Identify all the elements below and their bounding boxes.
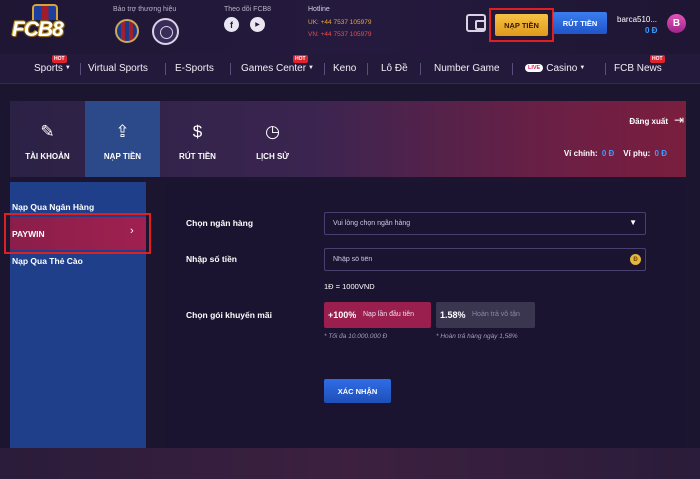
wallet-summary: Ví chính: 0 Đ Ví phụ: 0 Đ [564,149,667,158]
main-nav: HOT Sports ▼ Virtual Sports E-Sports HOT … [0,54,700,84]
nav-label: Keno [333,63,357,74]
nav-label: E-Sports [175,63,214,74]
account-panel: ✎ TÀI KHOẢN ⇪ NẠP TIỀN $ RÚT TIỀN ◷ LỊCH… [10,101,686,177]
nav-label: Lô Đề [381,63,408,74]
nav-label: Games Center [241,63,307,74]
amount-label: Nhập số tiền [186,254,238,264]
bank-label: Chọn ngân hàng [186,218,254,228]
tab-history[interactable]: ◷ LỊCH SỬ [235,101,310,177]
youtube-icon[interactable]: ▶ [250,17,265,32]
partner-crest-icon [152,18,179,45]
logout-link[interactable]: Đăng xuất [629,117,668,126]
withdraw-button[interactable]: RÚT TIỀN [553,12,607,34]
coin-icon: Đ [630,254,641,265]
promo-note: * Hoàn trả hàng ngày 1,58% [436,333,518,340]
sub-wallet-label: Ví phụ: [623,149,651,158]
nav-item-virtual-sports[interactable]: Virtual Sports [88,63,148,74]
promo-text: Hoàn trả vô tận [472,311,520,318]
nav-label: Casino [546,63,578,74]
promo-label: Chọn gói khuyến mãi [186,310,272,320]
nav-divider [324,63,325,75]
bank-select-value: Vui lòng chọn ngân hàng [333,220,411,227]
hot-badge: HOT [650,55,665,63]
promo-first-deposit[interactable]: +100% Nạp lần đầu tiên [324,302,431,328]
balance: 0 Đ [645,26,658,35]
logout-icon[interactable]: ⇥ [674,113,684,127]
tab-deposit[interactable]: ⇪ NẠP TIỀN [85,101,160,177]
nav-divider [420,63,421,75]
hotline-uk[interactable]: UK: +44 7537 105979 [308,19,371,26]
side-item-bank[interactable]: Nạp Qua Ngân Hàng [12,202,94,212]
username[interactable]: barca510... [617,15,657,24]
exchange-rate: 1Đ = 1000VND [324,282,375,291]
hot-badge: HOT [52,55,67,63]
nav-label: Number Game [434,63,500,74]
nav-divider [230,63,231,75]
promo-value: 1.58% [440,310,466,320]
facebook-icon[interactable]: f [224,17,239,32]
live-badge: LIVE [525,64,544,73]
tab-label: RÚT TIỀN [179,152,216,161]
side-item-paywin[interactable]: PAYWIN [12,229,45,239]
footer-background [0,448,700,479]
nav-item-fcb-news[interactable]: HOT FCB News [614,55,665,74]
deposit-highlight: NẠP TIỀN [489,8,554,42]
nav-divider [367,63,368,75]
hotline-vn[interactable]: VN: +44 7537 105979 [308,31,371,38]
nav-item-keno[interactable]: Keno [333,63,356,74]
header: FCB8 Bảo trợ thương hiệu Theo dõi FCB8 f… [0,0,700,54]
pencil-icon: ✎ [40,122,55,141]
nav-divider [512,63,513,75]
nav-item-sports[interactable]: HOT Sports ▼ [34,55,71,74]
nav-item-lo-de[interactable]: Lô Đề [381,63,408,74]
promo-note: * Tối đa 10.000.000 Đ [324,333,388,340]
promo-text: Nạp lần đầu tiên [363,311,414,318]
nav-label: Sports [34,63,63,74]
caret-down-icon: ▼ [64,65,71,72]
hot-badge: HOT [293,55,308,63]
history-icon: ◷ [265,122,280,141]
nav-item-games-center[interactable]: HOT Games Center ▼ [241,55,314,74]
chevron-right-icon: › [130,225,134,237]
main-wallet-label: Ví chính: [563,149,598,158]
amount-input[interactable] [324,248,646,271]
tab-label: LỊCH SỬ [256,152,289,161]
caret-down-icon: ▼ [579,65,586,72]
deposit-icon: ⇪ [115,122,130,141]
tab-label: NẠP TIỀN [103,152,142,161]
deposit-button[interactable]: NẠP TIỀN [495,14,548,36]
nav-item-esports[interactable]: E-Sports [175,63,214,74]
promo-value: +100% [328,310,357,320]
caret-down-icon: ▼ [308,65,314,72]
promo-cashback[interactable]: 1.58% Hoàn trả vô tận [436,302,535,328]
fcb8-logo[interactable]: FCB8 [10,4,80,48]
confirm-button[interactable]: XÁC NHẬN [324,379,391,403]
caret-down-icon: ▼ [629,218,637,227]
main-wallet-value: 0 Đ [601,149,615,158]
tab-label: TÀI KHOẢN [25,152,70,161]
sponsor-label: Bảo trợ thương hiệu [113,6,177,13]
nav-item-number-game[interactable]: Number Game [434,63,500,74]
tab-account[interactable]: ✎ TÀI KHOẢN [10,101,85,177]
hotline-label: Hotline [308,6,330,13]
wallet-icon[interactable] [466,14,486,32]
side-item-card[interactable]: Nạp Qua Thẻ Cào [12,256,83,266]
barcelona-crest-icon [115,19,139,43]
bank-select[interactable]: Vui lòng chọn ngân hàng ▼ [324,212,646,235]
tab-withdraw[interactable]: $ RÚT TIỀN [160,101,235,177]
nav-divider [165,63,166,75]
follow-label: Theo dõi FCB8 [224,6,272,13]
nav-label: FCB News [614,63,662,74]
logo-text: FCB8 [12,18,64,41]
nav-divider [80,63,81,75]
nav-item-casino[interactable]: LIVE Casino ▼ [525,63,585,74]
avatar[interactable]: B [667,14,686,33]
withdraw-icon: $ [192,122,203,141]
nav-label: Virtual Sports [88,63,148,74]
sub-wallet-value: 0 Đ [654,149,667,158]
nav-divider [605,63,606,75]
